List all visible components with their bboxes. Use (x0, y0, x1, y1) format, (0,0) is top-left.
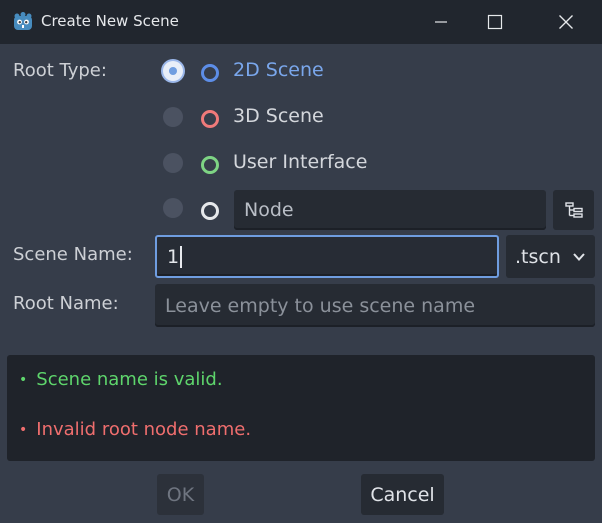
message-valid-text: Scene name is valid. (36, 369, 223, 390)
node3d-icon (201, 110, 219, 128)
maximize-icon (487, 14, 503, 30)
minimize-button[interactable] (418, 0, 464, 44)
scene-name-value: 1 (167, 245, 180, 268)
bullet-icon: • (19, 371, 28, 388)
extension-dropdown[interactable]: .tscn (506, 235, 595, 278)
ok-button-label: OK (166, 483, 195, 506)
node-type-field[interactable]: Node (234, 190, 546, 230)
cancel-button[interactable]: Cancel (361, 474, 444, 515)
message-error-text: Invalid root node name. (36, 419, 252, 440)
option-label-3d-scene[interactable]: 3D Scene (233, 105, 324, 127)
node-icon (201, 202, 219, 220)
maximize-button[interactable] (472, 0, 518, 44)
radio-other-node[interactable] (163, 198, 183, 218)
window-title: Create New Scene (41, 12, 179, 30)
text-caret (180, 245, 182, 268)
scene-name-label: Scene Name: (13, 244, 133, 265)
radio-user-interface[interactable] (163, 153, 183, 173)
ok-button[interactable]: OK (157, 474, 204, 515)
message-error: • Invalid root node name. (19, 419, 251, 440)
extension-value: .tscn (515, 245, 561, 268)
validation-panel: • Scene name is valid. • Invalid root no… (7, 355, 595, 461)
message-valid: • Scene name is valid. (19, 369, 223, 390)
cancel-button-label: Cancel (370, 483, 435, 506)
option-label-2d-scene[interactable]: 2D Scene (233, 59, 324, 81)
root-name-label: Root Name: (13, 293, 119, 314)
scene-name-input[interactable]: 1 (155, 235, 499, 278)
godot-logo-icon (14, 12, 32, 30)
close-icon (559, 15, 573, 29)
tree-hierarchy-icon (564, 202, 583, 218)
bullet-icon: • (19, 421, 28, 438)
radio-2d-scene[interactable] (163, 61, 183, 81)
option-label-user-interface[interactable]: User Interface (233, 151, 367, 173)
radio-3d-scene[interactable] (163, 107, 183, 127)
root-type-label: Root Type: (13, 60, 107, 81)
node2d-icon (201, 64, 219, 82)
title-bar: Create New Scene (0, 0, 602, 44)
minimize-icon (435, 21, 447, 23)
control-icon (201, 156, 219, 174)
close-button[interactable] (543, 0, 589, 44)
node-type-value: Node (244, 199, 294, 221)
root-name-input[interactable]: Leave empty to use scene name (155, 284, 595, 327)
chevron-down-icon (573, 253, 585, 261)
dialog-content: Root Type: 2D Scene 3D Scene User Interf… (0, 44, 602, 523)
root-name-placeholder: Leave empty to use scene name (165, 294, 476, 317)
pick-node-type-button[interactable] (553, 190, 594, 230)
